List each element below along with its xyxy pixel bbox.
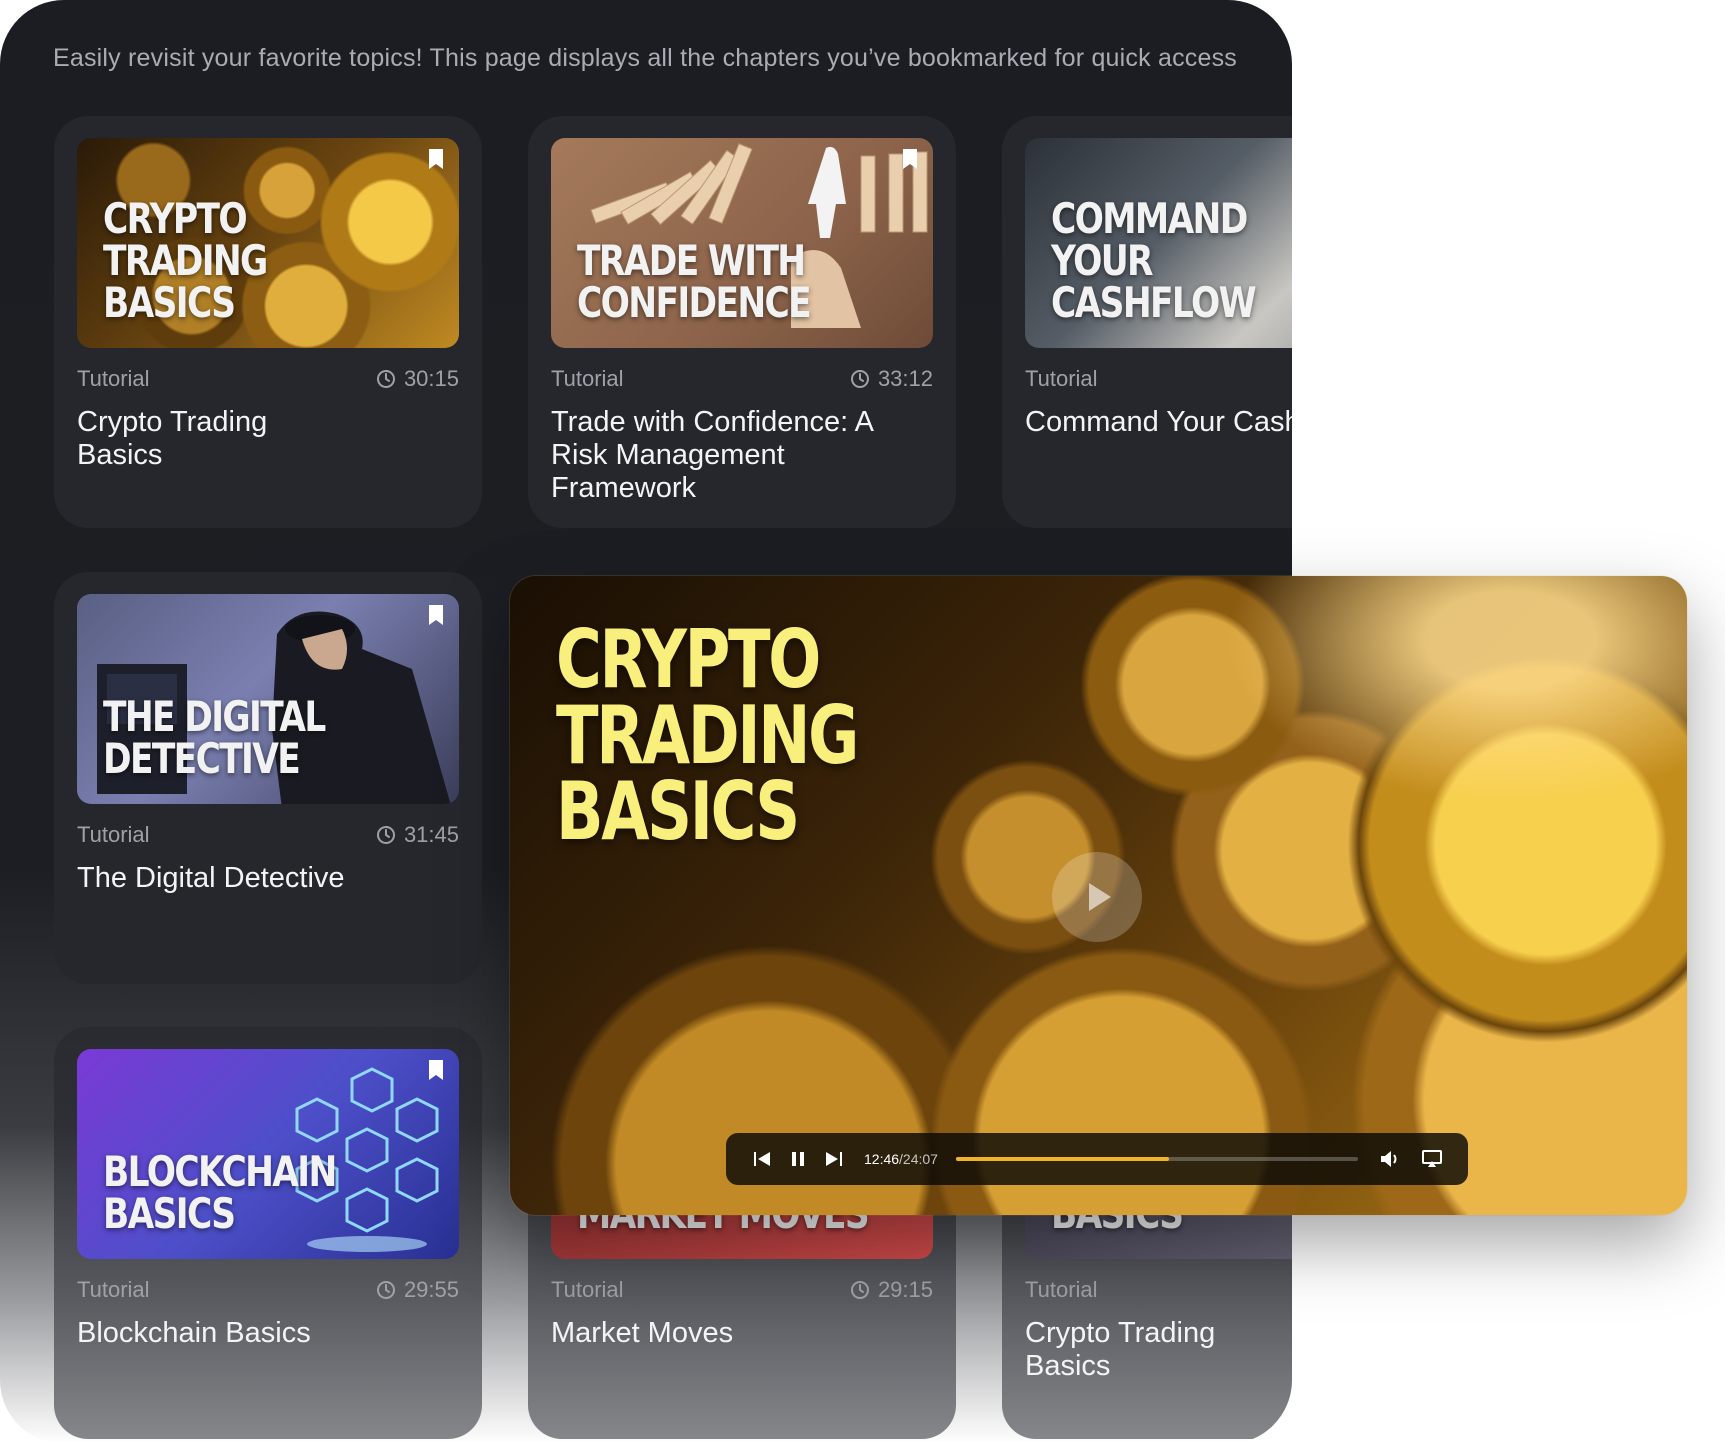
card-duration: 31:45	[376, 822, 459, 848]
thumbnail-title: CRYPTO TRADING BASICS	[103, 194, 268, 327]
card-title[interactable]: Crypto Trading Basics	[1025, 1317, 1255, 1383]
card-thumbnail[interactable]: BLOCKCHAIN BASICS	[77, 1049, 459, 1259]
bookmark-card[interactable]: THE DIGITAL DETECTIVE Tutorial 31:45 The…	[54, 572, 482, 984]
play-icon	[1089, 883, 1111, 911]
thumbnail-title: TRADE WITH CONFIDENCE	[577, 236, 812, 327]
card-thumbnail[interactable]: TRADE WITH CONFIDENCE	[551, 138, 933, 348]
card-duration: 29:55	[376, 1277, 459, 1303]
card-category: Tutorial	[77, 822, 150, 847]
total-time: /24:07	[899, 1151, 938, 1167]
clock-icon	[376, 370, 395, 388]
card-thumbnail[interactable]: COMMAND YOUR CASHFLOW	[1025, 138, 1292, 348]
card-category: Tutorial	[551, 366, 624, 391]
progress-fill	[955, 1157, 1170, 1161]
intro-text: Easily revisit your favorite topics! Thi…	[53, 44, 1237, 72]
card-category: Tutorial	[77, 1277, 150, 1302]
player-controls: 12:46/24:07	[726, 1133, 1468, 1185]
card-thumbnail[interactable]: THE DIGITAL DETECTIVE	[77, 594, 459, 804]
card-title[interactable]: Crypto Trading Basics	[77, 406, 337, 472]
clock-icon	[850, 370, 869, 388]
duration-text: 31:45	[403, 822, 459, 847]
bookmark-icon[interactable]	[427, 1059, 445, 1081]
bookmark-card[interactable]: BLOCKCHAIN BASICS Tutorial 29:55 Blockch…	[54, 1027, 482, 1439]
bookmark-icon[interactable]	[427, 148, 445, 170]
skip-forward-button[interactable]	[822, 1147, 846, 1171]
card-category: Tutorial	[77, 366, 150, 391]
current-time: 12:46	[864, 1151, 900, 1167]
volume-button[interactable]	[1378, 1147, 1402, 1171]
card-category: Tutorial	[1025, 1277, 1098, 1302]
bookmark-icon[interactable]	[901, 148, 919, 170]
skip-back-icon	[754, 1152, 770, 1166]
thumbnail-title: COMMAND YOUR CASHFLOW	[1051, 194, 1257, 327]
bookmark-icon[interactable]	[427, 604, 445, 626]
card-title[interactable]: Blockchain Basics	[77, 1317, 459, 1350]
video-title: CRYPTO TRADING BASICS	[556, 613, 859, 858]
skip-back-button[interactable]	[750, 1147, 774, 1171]
airplay-button[interactable]	[1420, 1147, 1444, 1171]
card-title[interactable]: Command Your Cashflow	[1025, 406, 1292, 439]
clock-icon	[376, 1281, 395, 1299]
skip-forward-icon	[826, 1152, 842, 1166]
airplay-icon	[1422, 1150, 1442, 1167]
clock-icon	[850, 1281, 869, 1299]
thumbnail-title: BLOCKCHAIN BASICS	[103, 1147, 337, 1238]
card-duration: 30:15	[376, 366, 459, 392]
duration-text: 30:15	[403, 366, 459, 391]
duration-text: 29:55	[403, 1277, 459, 1302]
pause-icon	[792, 1152, 804, 1166]
thumbnail-title: THE DIGITAL DETECTIVE	[103, 692, 326, 783]
card-category: Tutorial	[551, 1277, 624, 1302]
pause-button[interactable]	[786, 1147, 810, 1171]
duration-text: 29:15	[877, 1277, 933, 1302]
progress-bar[interactable]	[955, 1157, 1358, 1161]
bookmark-card[interactable]: TRADE WITH CONFIDENCE Tutorial 33:12 Tra…	[528, 116, 956, 528]
bookmark-card[interactable]: CRYPTO TRADING BASICS Tutorial 30:15 Cry…	[54, 116, 482, 528]
play-button[interactable]	[1052, 852, 1142, 942]
clock-icon	[376, 826, 395, 844]
duration-text: 33:12	[877, 366, 933, 391]
volume-icon	[1381, 1151, 1397, 1167]
bookmark-card[interactable]: COMMAND YOUR CASHFLOW Tutorial Command Y…	[1002, 116, 1292, 528]
card-duration: 33:12	[850, 366, 933, 392]
card-title[interactable]: The Digital Detective	[77, 862, 459, 895]
video-player[interactable]: CRYPTO TRADING BASICS 12:46/24:07	[510, 576, 1687, 1215]
playback-time: 12:46/24:07	[864, 1151, 938, 1167]
card-thumbnail[interactable]: CRYPTO TRADING BASICS	[77, 138, 459, 348]
card-duration: 29:15	[850, 1277, 933, 1303]
card-category: Tutorial	[1025, 366, 1098, 391]
card-title[interactable]: Market Moves	[551, 1317, 933, 1350]
card-title[interactable]: Trade with Confidence: A Risk Management…	[551, 406, 881, 505]
